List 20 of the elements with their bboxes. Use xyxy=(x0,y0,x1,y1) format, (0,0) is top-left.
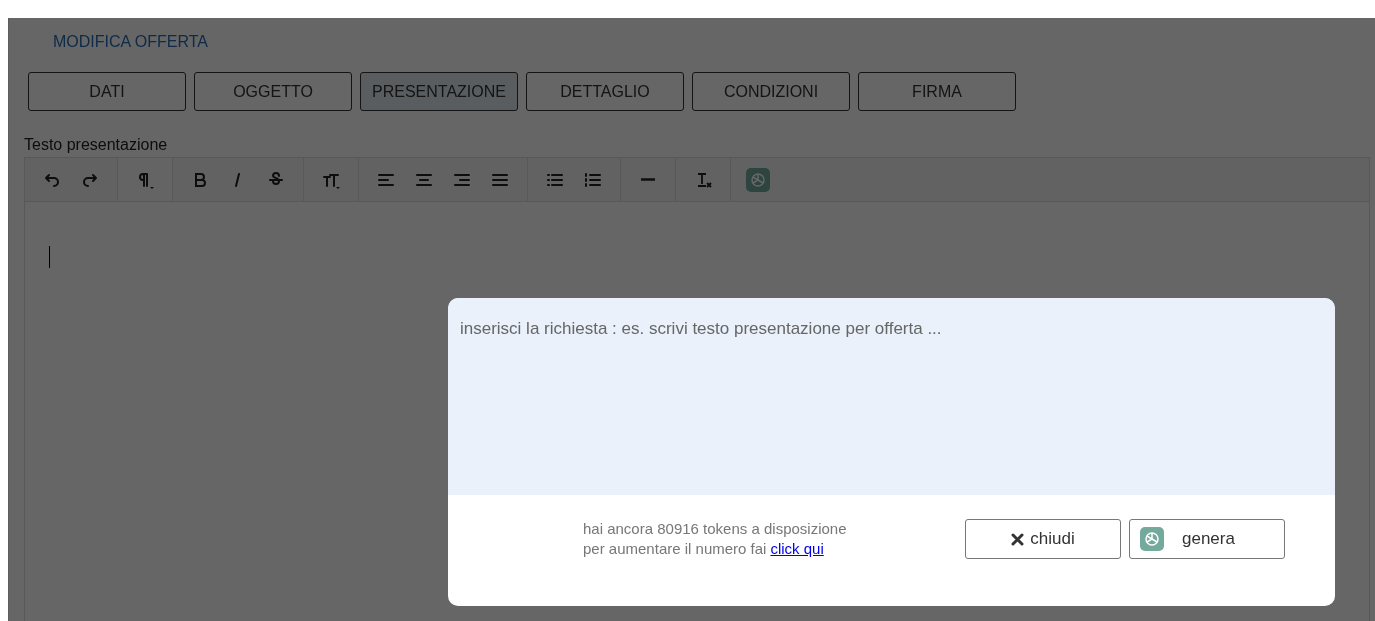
tokens-text: hai ancora 80916 tokens a disposizione xyxy=(583,519,848,539)
request-field[interactable]: inserisci la richiesta : es. scrivi testo presentazione per offerta ... xyxy=(448,298,1335,495)
horizontal-line-icon xyxy=(641,178,655,181)
tab[interactable]: DETTAGLIO xyxy=(526,72,684,111)
italic-icon xyxy=(234,172,242,187)
tab[interactable]: PRESENTAZIONE xyxy=(360,72,518,111)
click-link[interactable]: click qui xyxy=(770,539,824,559)
tab[interactable]: OGGETTO xyxy=(194,72,352,111)
tab[interactable]: DATI xyxy=(28,72,186,111)
generate-button[interactable]: genera xyxy=(1129,519,1285,559)
text-cursor xyxy=(49,246,50,268)
close-icon xyxy=(1011,532,1025,546)
editor-label: Testo presentazione xyxy=(24,135,169,153)
page-title: MODIFICA OFFERTA xyxy=(53,32,209,52)
close-button[interactable]: chiudi xyxy=(965,519,1121,559)
tab[interactable]: FIRMA xyxy=(858,72,1016,111)
chatgpt-icon xyxy=(746,167,770,192)
chatgpt-icon xyxy=(1140,527,1164,551)
increase-text: per aumentare il numero fai xyxy=(583,539,767,559)
tab[interactable]: CONDIZIONI xyxy=(692,72,850,111)
